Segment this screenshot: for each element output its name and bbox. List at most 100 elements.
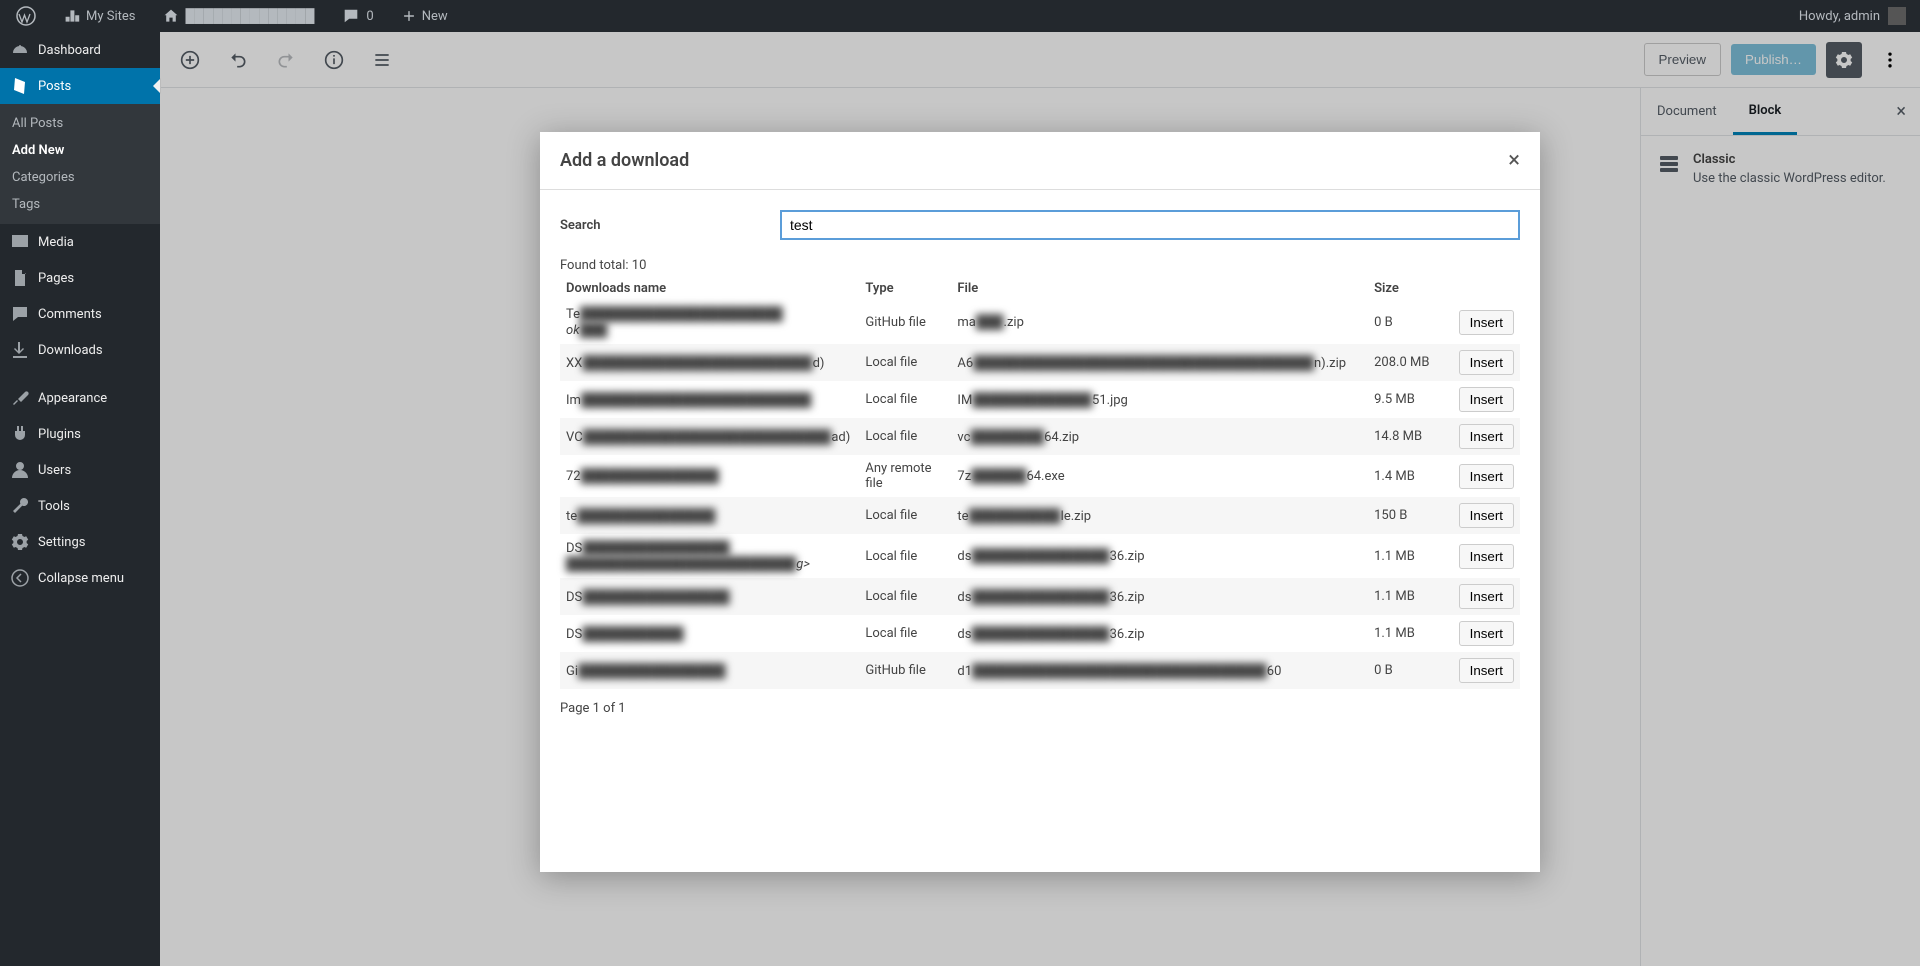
cell-size: 14.8 MB xyxy=(1368,418,1450,455)
insert-button[interactable]: Insert xyxy=(1459,658,1514,683)
cell-size: 1.4 MB xyxy=(1368,455,1450,497)
cell-name: 72███████████████ xyxy=(560,455,859,497)
cell-name: XX█████████████████████████d) xyxy=(560,344,859,381)
cell-size: 9.5 MB xyxy=(1368,381,1450,418)
insert-button[interactable]: Insert xyxy=(1459,621,1514,646)
sidebar-label: Posts xyxy=(38,79,71,94)
cell-type: Local file xyxy=(859,418,951,455)
insert-button[interactable]: Insert xyxy=(1459,387,1514,412)
cell-size: 150 B xyxy=(1368,497,1450,534)
sidebar-item-pages[interactable]: Pages xyxy=(0,260,160,296)
sidebar-item-tools[interactable]: Tools xyxy=(0,488,160,524)
sidebar-label: Tools xyxy=(38,499,70,514)
th-file: File xyxy=(951,277,1368,300)
cell-size: 0 B xyxy=(1368,652,1450,689)
sidebar-label: Users xyxy=(38,463,71,478)
sub-all-posts[interactable]: All Posts xyxy=(0,110,160,137)
modal-overlay: Add a download × Search Found total: 10 … xyxy=(160,32,1920,966)
sidebar-item-posts[interactable]: Posts xyxy=(0,68,160,104)
cell-size: 1.1 MB xyxy=(1368,615,1450,652)
cell-name: Gi████████████████ xyxy=(560,652,859,689)
sub-tags[interactable]: Tags xyxy=(0,191,160,218)
cell-type: Local file xyxy=(859,534,951,578)
sidebar-item-appearance[interactable]: Appearance xyxy=(0,380,160,416)
account-link[interactable]: Howdy, admin xyxy=(1793,7,1912,25)
table-row: 72███████████████Any remote file7z██████… xyxy=(560,455,1520,497)
sidebar-collapse[interactable]: Collapse menu xyxy=(0,560,160,596)
insert-button[interactable]: Insert xyxy=(1459,310,1514,335)
cell-name: Te██████████████████████ok███ xyxy=(560,300,859,344)
modal-title: Add a download xyxy=(560,150,689,171)
sidebar-item-media[interactable]: Media xyxy=(0,224,160,260)
th-size: Size xyxy=(1368,277,1450,300)
sidebar-label: Settings xyxy=(38,535,85,550)
insert-button[interactable]: Insert xyxy=(1459,464,1514,489)
sidebar-label: Dashboard xyxy=(38,43,101,58)
table-row: Gi████████████████GitHub filed1█████████… xyxy=(560,652,1520,689)
insert-button[interactable]: Insert xyxy=(1459,350,1514,375)
insert-button[interactable]: Insert xyxy=(1459,544,1514,569)
sidebar-label: Pages xyxy=(38,271,74,286)
sidebar-item-settings[interactable]: Settings xyxy=(0,524,160,560)
cell-file: 7z██████64.exe xyxy=(951,455,1368,497)
new-link[interactable]: New xyxy=(394,0,456,32)
posts-submenu: All Posts Add New Categories Tags xyxy=(0,104,160,224)
cell-type: Any remote file xyxy=(859,455,951,497)
insert-button[interactable]: Insert xyxy=(1459,584,1514,609)
my-sites-label: My Sites xyxy=(86,9,135,24)
cell-name: Im█████████████████████████ xyxy=(560,381,859,418)
cell-size: 0 B xyxy=(1368,300,1450,344)
cell-type: Local file xyxy=(859,497,951,534)
table-row: Im█████████████████████████Local fileIM█… xyxy=(560,381,1520,418)
site-home-link[interactable]: ██████████████ xyxy=(155,0,322,32)
avatar xyxy=(1888,7,1906,25)
sidebar-item-comments[interactable]: Comments xyxy=(0,296,160,332)
sub-categories[interactable]: Categories xyxy=(0,164,160,191)
cell-name: DS████████████████ xyxy=(560,578,859,615)
sidebar-item-users[interactable]: Users xyxy=(0,452,160,488)
sidebar-label: Appearance xyxy=(38,391,107,406)
search-label: Search xyxy=(560,218,760,233)
sub-add-new[interactable]: Add New xyxy=(0,137,160,164)
table-row: DS██████████████████████████████████████… xyxy=(560,534,1520,578)
cell-name: DS███████████ xyxy=(560,615,859,652)
comments-link[interactable]: 0 xyxy=(334,0,381,32)
admin-sidebar: Dashboard Posts All Posts Add New Catego… xyxy=(0,32,160,966)
new-label: New xyxy=(422,9,448,24)
cell-file: d1████████████████████████████████60 xyxy=(951,652,1368,689)
search-input[interactable] xyxy=(780,210,1520,240)
wp-logo[interactable] xyxy=(8,0,44,32)
table-row: DS███████████Local fileds███████████████… xyxy=(560,615,1520,652)
cell-name: DS██████████████████████████████████████… xyxy=(560,534,859,578)
cell-type: Local file xyxy=(859,344,951,381)
cell-file: vc████████64.zip xyxy=(951,418,1368,455)
results-table: Downloads name Type File Size Te████████… xyxy=(560,277,1520,689)
insert-button[interactable]: Insert xyxy=(1459,424,1514,449)
add-download-modal: Add a download × Search Found total: 10 … xyxy=(540,132,1540,872)
cell-file: ds███████████████36.zip xyxy=(951,615,1368,652)
cell-size: 1.1 MB xyxy=(1368,534,1450,578)
table-row: DS████████████████Local fileds██████████… xyxy=(560,578,1520,615)
pagination: Page 1 of 1 xyxy=(560,701,1520,716)
site-name: ██████████████ xyxy=(185,8,314,24)
cell-type: Local file xyxy=(859,381,951,418)
sidebar-item-plugins[interactable]: Plugins xyxy=(0,416,160,452)
table-row: XX█████████████████████████d)Local fileA… xyxy=(560,344,1520,381)
th-name: Downloads name xyxy=(560,277,859,300)
cell-type: GitHub file xyxy=(859,300,951,344)
cell-type: GitHub file xyxy=(859,652,951,689)
table-row: te███████████████Local filete██████████l… xyxy=(560,497,1520,534)
sidebar-label: Media xyxy=(38,235,74,250)
adminbar: My Sites ██████████████ 0 New Howdy, adm… xyxy=(0,0,1920,32)
insert-button[interactable]: Insert xyxy=(1459,503,1514,528)
sidebar-label: Downloads xyxy=(38,343,103,358)
sidebar-item-downloads[interactable]: Downloads xyxy=(0,332,160,368)
my-sites-link[interactable]: My Sites xyxy=(56,0,143,32)
howdy: Howdy, admin xyxy=(1799,9,1880,24)
close-icon[interactable]: × xyxy=(1508,148,1520,173)
sidebar-label: Collapse menu xyxy=(38,571,124,586)
cell-size: 1.1 MB xyxy=(1368,578,1450,615)
table-row: VC███████████████████████████ad)Local fi… xyxy=(560,418,1520,455)
cell-file: A6█████████████████████████████████████n… xyxy=(951,344,1368,381)
sidebar-item-dashboard[interactable]: Dashboard xyxy=(0,32,160,68)
